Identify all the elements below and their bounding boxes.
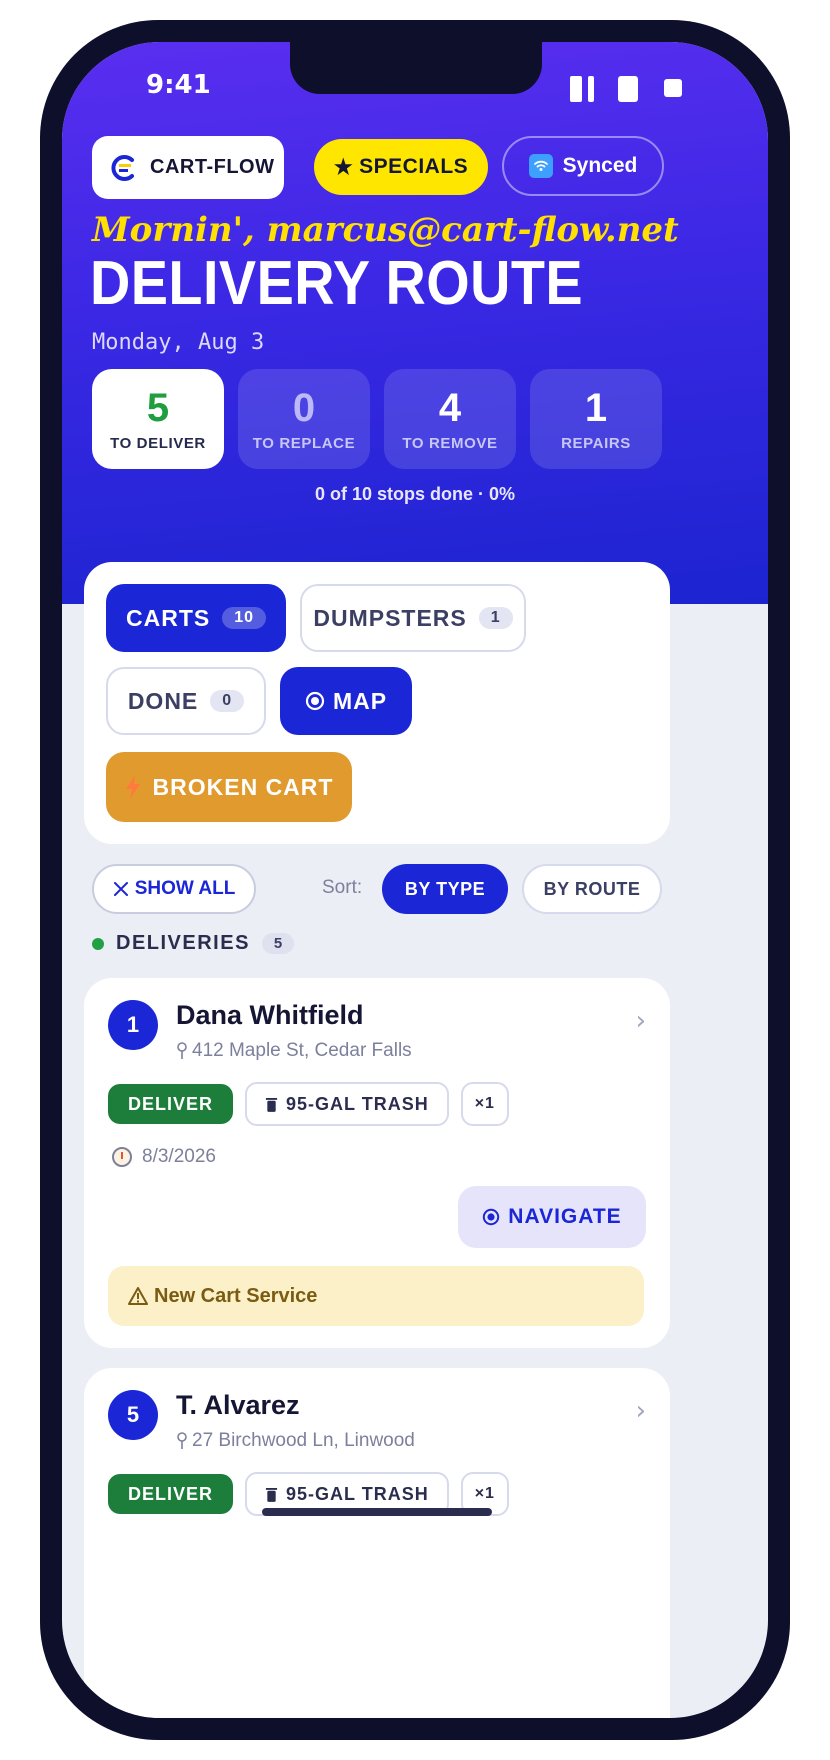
customer-name: T. Alvarez xyxy=(176,1390,300,1420)
battery-icon xyxy=(618,76,638,102)
carts-count-badge: 10 xyxy=(222,607,267,629)
show-all-label: SHOW ALL xyxy=(134,878,236,899)
stat-to-deliver[interactable]: 5 TO DELIVER xyxy=(92,369,224,469)
action-tag: DELIVER xyxy=(108,1474,234,1514)
pin-icon xyxy=(177,1042,187,1059)
wifi-status-icon xyxy=(664,79,682,97)
stat-repairs[interactable]: 1 REPAIRS xyxy=(530,369,662,469)
trash-can-icon xyxy=(265,1097,278,1112)
broken-cart-label: BROKEN CART xyxy=(152,773,334,800)
navigate-button[interactable]: NAVIGATE xyxy=(458,1186,646,1248)
dumpsters-count-badge: 1 xyxy=(478,607,513,629)
chevron-right-icon[interactable]: › xyxy=(636,1006,646,1036)
section-count-badge: 5 xyxy=(261,933,295,954)
done-label: DONE xyxy=(127,687,199,714)
sort-label: Sort: xyxy=(322,877,363,898)
brand-logo[interactable]: CART-FLOW xyxy=(92,136,284,199)
customer-name: Dana Whitfield xyxy=(176,1000,364,1030)
carts-label: CARTS xyxy=(125,604,211,631)
progress-summary: 0 of 10 stops done · 0% xyxy=(314,484,516,504)
specials-label: SPECIALS xyxy=(359,155,469,178)
stat-label: REPAIRS xyxy=(561,434,631,452)
filter-panel: CARTS 10 DUMPSTERS 1 DONE 0 MAP BROKEN C… xyxy=(84,562,670,844)
wifi-icon xyxy=(528,154,553,178)
warning-icon xyxy=(128,1287,148,1305)
cart-type-label: 95-GAL TRASH xyxy=(286,1093,429,1114)
stop-address: 412 Maple St, Cedar Falls xyxy=(176,1040,412,1062)
app-screen: 9:41 CART-FLOW ★ SPECIALS Synced Mornin'… xyxy=(62,42,768,1718)
cart-flow-logo xyxy=(111,154,134,181)
route-date: Monday, Aug 3 xyxy=(92,330,265,355)
stat-value: 4 xyxy=(438,385,462,430)
stat-label: TO REPLACE xyxy=(252,434,356,452)
stop-tags: DELIVER 95-GAL TRASH ×1 xyxy=(108,1082,509,1126)
sort-by-type-button[interactable]: BY TYPE xyxy=(382,864,508,914)
map-label: MAP xyxy=(332,687,388,714)
cart-type-label: 95-GAL TRASH xyxy=(286,1483,429,1504)
date-text: 8/3/2026 xyxy=(142,1146,216,1167)
status-dot xyxy=(92,937,104,950)
trash-can-icon xyxy=(265,1487,278,1502)
star-icon: ★ xyxy=(333,155,354,179)
dumpsters-label: DUMPSTERS xyxy=(313,604,467,631)
specials-button[interactable]: ★ SPECIALS xyxy=(314,139,488,195)
page-title: DELIVERY ROUTE xyxy=(90,249,584,318)
close-icon xyxy=(113,882,128,896)
stop-card[interactable]: 1 Dana Whitfield 412 Maple St, Cedar Fal… xyxy=(84,978,670,1348)
stop-card[interactable]: 5 T. Alvarez 27 Birchwood Ln, Linwood › … xyxy=(84,1368,670,1718)
address-text: 27 Birchwood Ln, Linwood xyxy=(192,1430,415,1451)
header: 9:41 CART-FLOW ★ SPECIALS Synced Mornin'… xyxy=(62,42,768,604)
stat-to-remove[interactable]: 4 TO REMOVE xyxy=(384,369,516,469)
carts-filter-button[interactable]: CARTS 10 xyxy=(106,584,286,652)
stop-date: 8/3/2026 xyxy=(112,1146,216,1168)
service-notice: New Cart Service xyxy=(108,1266,644,1326)
map-button[interactable]: MAP xyxy=(280,667,412,735)
bolt-icon xyxy=(125,775,140,799)
stat-label: TO DELIVER xyxy=(110,434,206,452)
stat-value: 5 xyxy=(146,385,170,430)
home-indicator[interactable] xyxy=(262,1508,492,1516)
stat-label: TO REMOVE xyxy=(402,434,498,452)
stat-value: 1 xyxy=(584,385,608,430)
stop-number-badge: 5 xyxy=(108,1390,158,1440)
sync-label: Synced xyxy=(562,154,638,177)
done-count-badge: 0 xyxy=(210,690,245,712)
pin-icon xyxy=(177,1432,187,1449)
sync-status-button[interactable]: Synced xyxy=(502,136,664,196)
sort-by-route-button[interactable]: BY ROUTE xyxy=(522,864,662,914)
notice-text: New Cart Service xyxy=(154,1284,318,1307)
action-tag: DELIVER xyxy=(108,1084,234,1124)
stop-number-badge: 1 xyxy=(108,1000,158,1050)
show-all-button[interactable]: SHOW ALL xyxy=(92,864,256,914)
stat-to-replace[interactable]: 0 TO REPLACE xyxy=(238,369,370,469)
brand-name: CART-FLOW xyxy=(150,156,275,178)
greeting-text: Mornin', marcus@cart-flow.net xyxy=(92,210,679,250)
stop-address: 27 Birchwood Ln, Linwood xyxy=(176,1430,415,1452)
sort-controls: SHOW ALL Sort: BY TYPE BY ROUTE xyxy=(62,864,768,916)
broken-cart-button[interactable]: BROKEN CART xyxy=(106,752,352,822)
signal-icon xyxy=(570,76,594,102)
stat-value: 0 xyxy=(292,385,316,430)
deliveries-section-header: DELIVERIES 5 xyxy=(92,932,295,955)
section-title: DELIVERIES xyxy=(116,932,250,954)
navigate-icon xyxy=(483,1208,500,1226)
dumpsters-filter-button[interactable]: DUMPSTERS 1 xyxy=(300,584,526,652)
cart-type-tag: 95-GAL TRASH xyxy=(245,1082,449,1126)
map-target-icon xyxy=(305,691,325,711)
done-filter-button[interactable]: DONE 0 xyxy=(106,667,266,735)
clock-icon xyxy=(112,1147,132,1167)
notch xyxy=(290,42,542,94)
address-text: 412 Maple St, Cedar Falls xyxy=(192,1040,412,1061)
status-time: 9:41 xyxy=(146,70,211,100)
navigate-label: NAVIGATE xyxy=(508,1205,622,1228)
chevron-right-icon[interactable]: › xyxy=(636,1396,646,1426)
quantity-tag: ×1 xyxy=(460,1082,509,1126)
